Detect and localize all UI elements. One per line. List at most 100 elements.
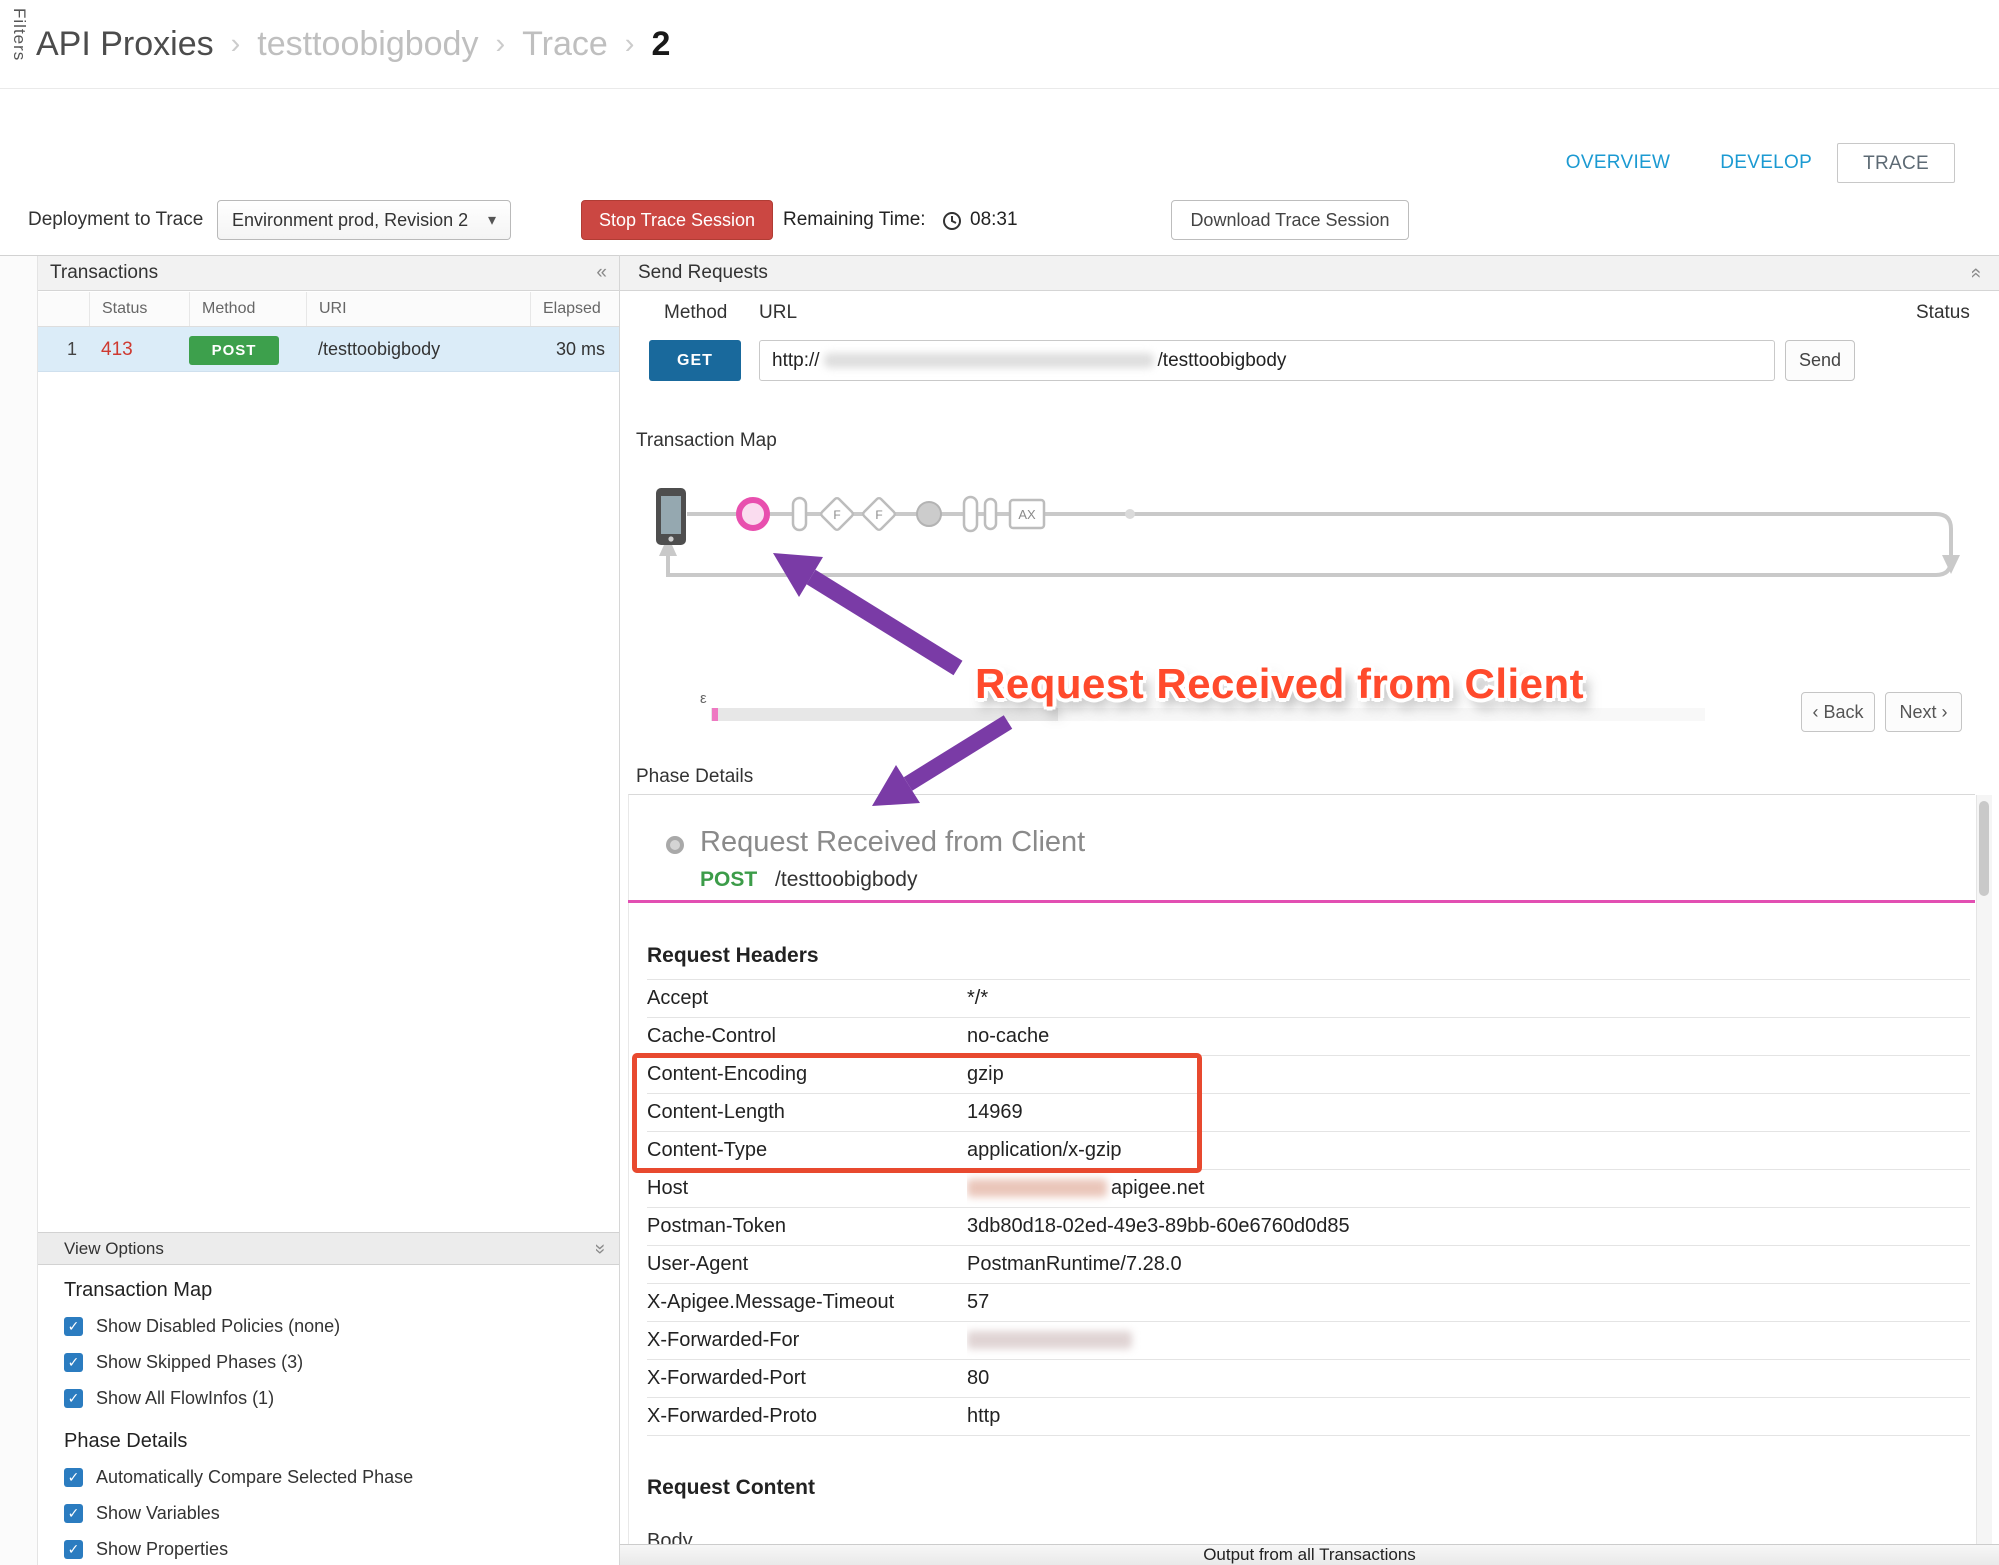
filters-strip bbox=[0, 256, 38, 1565]
view-option-label[interactable]: Show Disabled Policies (none) bbox=[96, 1316, 340, 1337]
header-value: no-cache bbox=[967, 1018, 1970, 1055]
scrollbar-thumb[interactable] bbox=[1979, 801, 1989, 896]
request-header-row-highlighted: Content-Type application/x-gzip bbox=[647, 1132, 1970, 1170]
output-from-all-transactions-bar: Output from all Transactions bbox=[620, 1544, 1999, 1565]
timeline-position-marker[interactable] bbox=[712, 708, 718, 721]
filters-tab[interactable]: Filters bbox=[9, 8, 29, 61]
breadcrumb-proxy-name[interactable]: testtoobigbody bbox=[257, 25, 478, 64]
client-phone-icon bbox=[656, 488, 686, 545]
checkbox-checked-icon[interactable]: ✓ bbox=[64, 1504, 83, 1523]
header-name: X-Apigee.Message-Timeout bbox=[647, 1284, 967, 1321]
phase-subheading: POST /testtoobigbody bbox=[700, 868, 917, 892]
back-button[interactable]: ‹ Back bbox=[1801, 692, 1875, 732]
remaining-time-value: 08:31 bbox=[970, 200, 1018, 240]
transaction-status-code: 413 bbox=[89, 327, 189, 372]
request-headers-table: Accept */* Cache-Control no-cache Conten… bbox=[647, 979, 1970, 1436]
checkbox-checked-icon[interactable]: ✓ bbox=[64, 1353, 83, 1372]
column-header-elapsed: Elapsed bbox=[530, 292, 619, 326]
view-option-label[interactable]: Automatically Compare Selected Phase bbox=[96, 1467, 413, 1488]
status-label: Status bbox=[1916, 302, 1970, 324]
remaining-time-label: Remaining Time: bbox=[783, 200, 926, 240]
checkbox-checked-icon[interactable]: ✓ bbox=[64, 1389, 83, 1408]
view-option-label[interactable]: Show Properties bbox=[96, 1539, 228, 1560]
flow-node-label: F bbox=[875, 508, 882, 522]
view-option-auto-compare[interactable]: ✓ Automatically Compare Selected Phase bbox=[64, 1465, 619, 1489]
view-option-show-disabled-policies[interactable]: ✓ Show Disabled Policies (none) bbox=[64, 1314, 619, 1338]
host-suffix: apigee.net bbox=[1111, 1177, 1204, 1199]
view-options-content: Transaction Map ✓ Show Disabled Policies… bbox=[38, 1265, 619, 1565]
environment-select-value: Environment prod, Revision 2 bbox=[232, 210, 468, 231]
checkbox-checked-icon[interactable]: ✓ bbox=[64, 1468, 83, 1487]
policy-capsule-icon[interactable] bbox=[793, 498, 806, 530]
url-input[interactable]: http:// /testtoobigbody bbox=[759, 340, 1775, 381]
breadcrumb-root[interactable]: API Proxies bbox=[36, 25, 214, 64]
phase-status-dot bbox=[666, 836, 684, 854]
redacted-url-segment bbox=[824, 353, 1154, 368]
header-value: 14969 bbox=[967, 1094, 1970, 1131]
phase-node[interactable] bbox=[917, 502, 941, 526]
policy-capsule-icon[interactable] bbox=[985, 499, 996, 529]
header-name: X-Forwarded-Port bbox=[647, 1360, 967, 1397]
header-value: 57 bbox=[967, 1284, 1970, 1321]
send-requests-header: Send Requests « bbox=[620, 256, 1999, 291]
tab-trace[interactable]: TRACE bbox=[1837, 143, 1955, 183]
header-value: 3db80d18-02ed-49e3-89bb-60e6760d0d85 bbox=[967, 1208, 1970, 1245]
request-header-row: X-Forwarded-Proto http bbox=[647, 1398, 1970, 1436]
view-options-header: View Options » bbox=[38, 1232, 619, 1265]
annotation-text: Request Received from Client bbox=[975, 660, 1584, 708]
transactions-panel-header: Transactions « bbox=[38, 256, 619, 291]
transaction-row[interactable]: 1 413 POST /testtoobigbody 30 ms bbox=[38, 327, 619, 372]
expand-panel-icon[interactable]: « bbox=[1965, 268, 1987, 279]
header-name: Content-Length bbox=[647, 1094, 967, 1131]
send-button[interactable]: Send bbox=[1785, 340, 1855, 381]
method-get-button[interactable]: GET bbox=[649, 340, 741, 381]
transaction-number: 1 bbox=[38, 327, 89, 372]
view-option-label[interactable]: Show All FlowInfos (1) bbox=[96, 1388, 274, 1409]
view-option-label[interactable]: Show Skipped Phases (3) bbox=[96, 1352, 303, 1373]
stop-trace-session-button[interactable]: Stop Trace Session bbox=[581, 200, 773, 240]
environment-select[interactable]: Environment prod, Revision 2 ▾ bbox=[217, 200, 511, 240]
request-header-row-highlighted: Content-Encoding gzip bbox=[647, 1056, 1970, 1094]
view-option-show-properties[interactable]: ✓ Show Properties bbox=[64, 1537, 619, 1561]
url-suffix: /testtoobigbody bbox=[1158, 350, 1287, 372]
header-value: PostmanRuntime/7.28.0 bbox=[967, 1246, 1970, 1283]
view-option-show-variables[interactable]: ✓ Show Variables bbox=[64, 1501, 619, 1525]
breadcrumb-trace[interactable]: Trace bbox=[522, 25, 608, 64]
flow-line bbox=[668, 514, 1951, 575]
flow-node-f2[interactable]: F bbox=[862, 497, 896, 531]
checkbox-checked-icon[interactable]: ✓ bbox=[64, 1317, 83, 1336]
header-name: X-Forwarded-For bbox=[647, 1322, 967, 1359]
deployment-to-trace-label: Deployment to Trace bbox=[28, 200, 203, 240]
collapse-panel-icon[interactable]: « bbox=[596, 262, 607, 284]
redacted-value bbox=[967, 1331, 1132, 1349]
column-header-method: Method bbox=[189, 292, 306, 326]
policy-capsule-icon[interactable] bbox=[964, 497, 977, 531]
panel-vertical-divider bbox=[619, 255, 620, 1565]
download-trace-session-button[interactable]: Download Trace Session bbox=[1171, 200, 1409, 240]
request-headers-title: Request Headers bbox=[647, 944, 819, 968]
scrollbar-track[interactable] bbox=[1976, 795, 1992, 1544]
header-value: 80 bbox=[967, 1360, 1970, 1397]
column-header-uri: URI bbox=[306, 292, 530, 326]
page-tabs: OVERVIEW DEVELOP TRACE bbox=[1541, 143, 1955, 183]
header-value: http bbox=[967, 1398, 1970, 1435]
transaction-elapsed: 30 ms bbox=[530, 327, 619, 372]
breadcrumb-separator-icon: › bbox=[625, 28, 635, 61]
view-option-show-skipped-phases[interactable]: ✓ Show Skipped Phases (3) bbox=[64, 1350, 619, 1374]
tab-develop[interactable]: DEVELOP bbox=[1695, 143, 1837, 183]
tab-overview[interactable]: OVERVIEW bbox=[1541, 143, 1695, 183]
analytics-node[interactable]: AX bbox=[1010, 500, 1044, 528]
timeline-start-label: ε bbox=[700, 690, 707, 707]
next-button[interactable]: Next › bbox=[1885, 692, 1962, 732]
header-name: X-Forwarded-Proto bbox=[647, 1398, 967, 1435]
collapse-down-icon[interactable]: » bbox=[589, 1243, 611, 1254]
view-option-label[interactable]: Show Variables bbox=[96, 1503, 220, 1524]
header-name: Cache-Control bbox=[647, 1018, 967, 1055]
flow-node-f1[interactable]: F bbox=[820, 497, 854, 531]
method-badge: POST bbox=[189, 336, 279, 365]
request-received-node[interactable] bbox=[739, 500, 767, 528]
checkbox-checked-icon[interactable]: ✓ bbox=[64, 1540, 83, 1559]
header-value: */* bbox=[967, 980, 1970, 1017]
view-option-show-all-flowinfos[interactable]: ✓ Show All FlowInfos (1) bbox=[64, 1386, 619, 1410]
phase-heading: Request Received from Client bbox=[700, 826, 1085, 859]
